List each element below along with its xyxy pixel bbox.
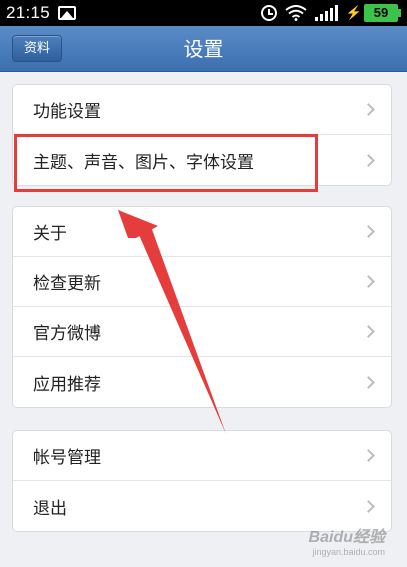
chevron-right-icon (362, 325, 375, 338)
charging-icon: ⚡ (345, 5, 362, 20)
row-label: 检查更新 (33, 274, 101, 294)
row-label: 应用推荐 (33, 374, 101, 395)
row-function-settings[interactable]: 功能设置 (13, 85, 391, 135)
chevron-right-icon (362, 275, 375, 288)
image-icon (58, 6, 77, 20)
signal-icon (314, 5, 338, 21)
row-label: 帐号管理 (33, 448, 101, 468)
status-time: 21:15 (6, 3, 51, 22)
settings-group-2: 关于 检查更新 官方微博 应用推荐 (12, 206, 392, 408)
row-label: 退出 (33, 498, 67, 519)
chevron-right-icon (362, 153, 375, 167)
status-bar: 21:15 ⚡ 59 (0, 0, 407, 26)
watermark-text: Baidu经验 (308, 529, 385, 546)
chevron-right-icon (362, 499, 375, 513)
battery-icon: ⚡ 59 (346, 4, 401, 22)
row-label: 功能设置 (33, 102, 101, 122)
chevron-right-icon (362, 375, 375, 389)
battery-level: 59 (364, 4, 398, 22)
chevron-right-icon (362, 449, 375, 462)
row-label: 官方微博 (33, 324, 101, 344)
row-label: 关于 (33, 224, 67, 244)
row-official-weibo[interactable]: 官方微博 (13, 307, 391, 357)
title-bar: 资料 设置 (0, 26, 407, 72)
row-account-management[interactable]: 帐号管理 (13, 431, 391, 481)
chevron-right-icon (362, 225, 375, 238)
wifi-icon (285, 5, 307, 21)
page-title: 设置 (183, 37, 224, 61)
row-about[interactable]: 关于 (13, 207, 391, 257)
annotation-highlight-box (14, 134, 318, 192)
row-app-recommend[interactable]: 应用推荐 (13, 357, 391, 407)
status-icons: ⚡ 59 (260, 4, 401, 22)
alarm-icon (260, 5, 277, 21)
settings-group-3: 帐号管理 退出 (12, 430, 392, 532)
chevron-right-icon (362, 103, 375, 116)
row-check-update[interactable]: 检查更新 (13, 257, 391, 307)
watermark: Baidu经验 jingyan.baidu.com (309, 523, 385, 557)
watermark-sub: jingyan.baidu.com (312, 547, 385, 557)
